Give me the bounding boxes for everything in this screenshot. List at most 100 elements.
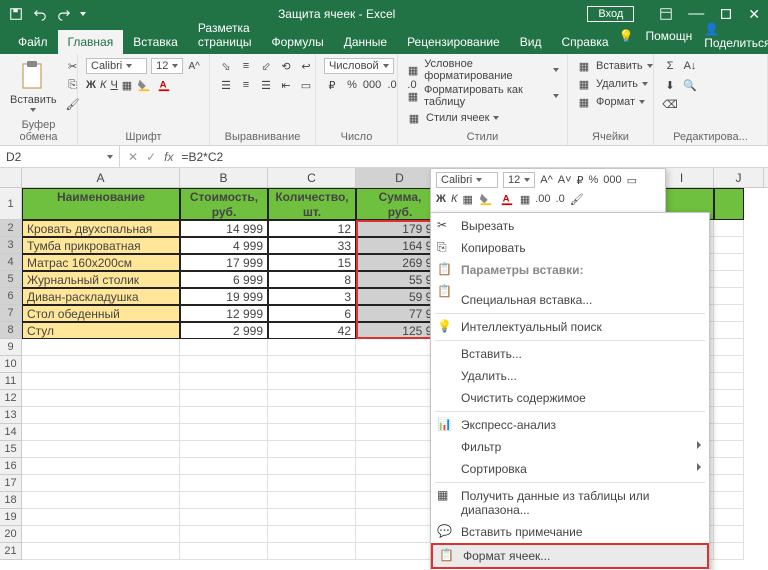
cell-styles-button[interactable]: ▦Стили ячеек bbox=[406, 110, 559, 126]
find-icon[interactable]: 🔍 bbox=[682, 77, 698, 93]
close-icon[interactable]: ✕ bbox=[748, 6, 760, 23]
minimize-icon[interactable]: — bbox=[688, 5, 704, 23]
cell[interactable]: 15 bbox=[268, 254, 356, 271]
cell[interactable] bbox=[268, 509, 356, 526]
ctx-paste-special[interactable]: Специальная вставка... bbox=[431, 289, 709, 311]
cell[interactable]: Матрас 160x200см bbox=[22, 254, 180, 271]
cell[interactable] bbox=[714, 288, 744, 305]
tab-help[interactable]: Справка bbox=[551, 30, 618, 54]
row-header[interactable]: 6 bbox=[0, 288, 22, 305]
cell[interactable]: Тумба прикроватная bbox=[22, 237, 180, 254]
indent-dec-icon[interactable]: ⇤ bbox=[278, 77, 294, 93]
fx-icon[interactable]: fx bbox=[164, 150, 173, 164]
row-header[interactable]: 7 bbox=[0, 305, 22, 322]
row-header[interactable]: 17 bbox=[0, 475, 22, 492]
col-J[interactable]: J bbox=[714, 168, 764, 187]
ctx-clear[interactable]: Очистить содержимое bbox=[431, 387, 709, 409]
row-header[interactable]: 5 bbox=[0, 271, 22, 288]
cell[interactable]: 12 999 bbox=[180, 305, 268, 322]
mini-percent-icon[interactable]: % bbox=[589, 174, 599, 186]
cell[interactable] bbox=[180, 390, 268, 407]
cell[interactable] bbox=[22, 356, 180, 373]
cell[interactable]: 42 bbox=[268, 322, 356, 339]
cell[interactable] bbox=[22, 543, 180, 560]
tell-me-icon[interactable]: 💡 bbox=[619, 29, 634, 43]
conditional-format-button[interactable]: ▦Условное форматирование bbox=[406, 58, 559, 82]
row-header[interactable]: 11 bbox=[0, 373, 22, 390]
cell[interactable] bbox=[268, 475, 356, 492]
row-header[interactable]: 9 bbox=[0, 339, 22, 356]
cell[interactable] bbox=[268, 543, 356, 560]
tab-layout[interactable]: Разметка страницы bbox=[188, 16, 262, 54]
cell[interactable] bbox=[22, 492, 180, 509]
cell[interactable]: Стол обеденный bbox=[22, 305, 180, 322]
cell[interactable]: 8 bbox=[268, 271, 356, 288]
mini-font-color-icon[interactable]: A bbox=[499, 191, 515, 207]
cell[interactable] bbox=[714, 339, 744, 356]
currency-icon[interactable]: ₽ bbox=[324, 77, 340, 93]
mini-grow-icon[interactable]: A^ bbox=[540, 174, 553, 186]
paste-button[interactable]: Вставить bbox=[8, 58, 59, 114]
cell[interactable] bbox=[180, 356, 268, 373]
cell[interactable] bbox=[714, 356, 744, 373]
cell[interactable] bbox=[714, 441, 744, 458]
cell[interactable] bbox=[22, 475, 180, 492]
cell[interactable]: 33 bbox=[268, 237, 356, 254]
row-header[interactable]: 12 bbox=[0, 390, 22, 407]
merge-icon[interactable]: ▭ bbox=[298, 77, 314, 93]
cell[interactable] bbox=[268, 356, 356, 373]
cell[interactable] bbox=[180, 424, 268, 441]
cell[interactable] bbox=[714, 407, 744, 424]
grow-font-icon[interactable]: A^ bbox=[187, 58, 201, 74]
format-as-table-button[interactable]: ▦Форматировать как таблицу bbox=[406, 84, 559, 108]
cell[interactable]: Диван-раскладушка bbox=[22, 288, 180, 305]
ctx-quick-analysis[interactable]: 📊Экспресс-анализ bbox=[431, 414, 709, 436]
cell[interactable] bbox=[22, 390, 180, 407]
autosum-icon[interactable]: Σ bbox=[662, 58, 678, 74]
cell[interactable]: 12 bbox=[268, 220, 356, 237]
bold-button[interactable]: Ж bbox=[86, 79, 96, 91]
cell[interactable] bbox=[180, 339, 268, 356]
cell[interactable]: 2 999 bbox=[180, 322, 268, 339]
cell[interactable] bbox=[714, 322, 744, 339]
align-center-icon[interactable]: ≡ bbox=[238, 77, 254, 93]
mini-font-select[interactable]: Calibri bbox=[436, 172, 498, 188]
cell[interactable] bbox=[714, 475, 744, 492]
font-name-select[interactable]: Calibri bbox=[86, 58, 147, 74]
format-cells-button[interactable]: ▦Формат bbox=[576, 94, 653, 110]
cell[interactable] bbox=[180, 492, 268, 509]
col-B[interactable]: B bbox=[180, 168, 268, 187]
row-header[interactable]: 4 bbox=[0, 254, 22, 271]
mini-size-select[interactable]: 12 bbox=[503, 172, 535, 188]
cell[interactable] bbox=[180, 407, 268, 424]
mini-comma-icon[interactable]: 000 bbox=[603, 174, 621, 186]
cell[interactable]: 6 bbox=[268, 305, 356, 322]
ribbon-options-icon[interactable] bbox=[658, 6, 674, 22]
share-link[interactable]: 👤 Поделиться bbox=[704, 22, 768, 50]
row-header[interactable]: 3 bbox=[0, 237, 22, 254]
number-format-select[interactable]: Числовой bbox=[324, 58, 394, 74]
mini-shrink-icon[interactable]: A˅ bbox=[558, 174, 572, 186]
cell[interactable]: 17 999 bbox=[180, 254, 268, 271]
cell[interactable] bbox=[22, 526, 180, 543]
cell[interactable] bbox=[714, 390, 744, 407]
cell[interactable] bbox=[268, 373, 356, 390]
mini-fill-icon[interactable] bbox=[478, 191, 494, 207]
ctx-sort[interactable]: Сортировка bbox=[431, 458, 709, 480]
ctx-insert[interactable]: Вставить... bbox=[431, 343, 709, 365]
mini-currency-icon[interactable]: ₽ bbox=[577, 174, 584, 187]
cell[interactable] bbox=[714, 188, 744, 220]
cell[interactable] bbox=[180, 441, 268, 458]
mini-italic-button[interactable]: К bbox=[451, 193, 457, 205]
cell[interactable]: 14 999 bbox=[180, 220, 268, 237]
align-top-icon[interactable]: ⬂ bbox=[218, 58, 234, 74]
tab-formulas[interactable]: Формулы bbox=[261, 30, 333, 54]
fill-icon[interactable]: ⬇ bbox=[662, 77, 678, 93]
cell[interactable] bbox=[714, 543, 744, 560]
underline-button[interactable]: Ч bbox=[110, 79, 117, 91]
row-header[interactable]: 13 bbox=[0, 407, 22, 424]
delete-cells-button[interactable]: ▦Удалить bbox=[576, 76, 653, 92]
cell[interactable] bbox=[180, 458, 268, 475]
col-C[interactable]: C bbox=[268, 168, 356, 187]
cell[interactable] bbox=[268, 424, 356, 441]
